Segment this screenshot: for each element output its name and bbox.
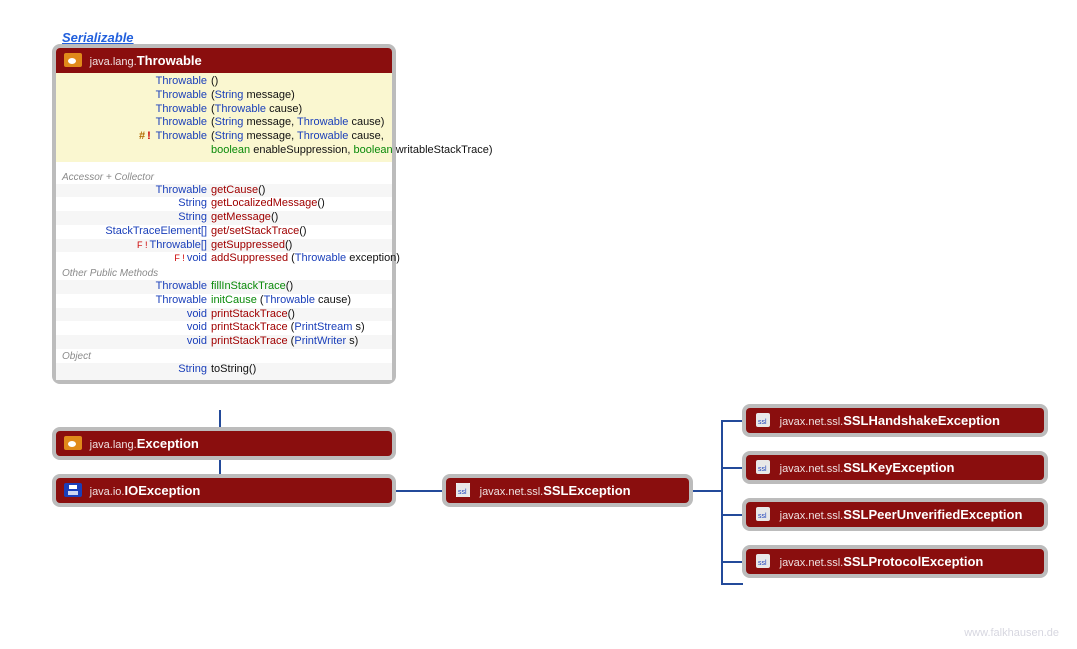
constructors-section: Throwable() Throwable(String message) Th…	[56, 73, 392, 162]
watermark: www.falkhausen.de	[964, 627, 1059, 639]
cup-icon	[64, 53, 82, 67]
throwable-header[interactable]: java.lang.Throwable	[56, 48, 392, 73]
conn-br-1	[721, 420, 743, 422]
cup-icon	[64, 436, 82, 450]
conn-exception-ioexception	[219, 458, 221, 474]
doc-icon: ssl	[454, 483, 472, 497]
section-accessor: Accessor + Collector	[56, 170, 392, 184]
class-ioexception[interactable]: java.io.IOException	[52, 474, 396, 507]
doc-icon: ssl	[754, 413, 772, 427]
conn-br-4	[721, 561, 743, 563]
svg-text:ssl: ssl	[758, 513, 767, 520]
svg-text:ssl: ssl	[458, 489, 467, 496]
class-exception[interactable]: java.lang.Exception	[52, 427, 396, 460]
section-public: Other Public Methods	[56, 266, 392, 280]
class-sslexception[interactable]: ssl javax.net.ssl.SSLException	[442, 474, 693, 507]
conn-br-3	[721, 514, 743, 516]
class-sslkey[interactable]: ssl javax.net.ssl.SSLKeyException	[742, 451, 1048, 484]
conn-br-5	[721, 583, 743, 585]
conn-throwable-exception	[219, 410, 221, 428]
doc-icon: ssl	[754, 460, 772, 474]
conn-io-ssl	[388, 490, 443, 492]
svg-text:ssl: ssl	[758, 466, 767, 473]
conn-br-2	[721, 467, 743, 469]
class-sslhandshake[interactable]: ssl javax.net.ssl.SSLHandshakeException	[742, 404, 1048, 437]
svg-text:ssl: ssl	[758, 560, 767, 567]
class-sslprotocol[interactable]: ssl javax.net.ssl.SSLProtocolException	[742, 545, 1048, 578]
svg-text:ssl: ssl	[758, 419, 767, 426]
serializable-link[interactable]: Serializable	[62, 30, 134, 45]
doc-icon: ssl	[754, 507, 772, 521]
class-sslpeer[interactable]: ssl javax.net.ssl.SSLPeerUnverifiedExcep…	[742, 498, 1048, 531]
section-object: Object	[56, 349, 392, 363]
disk-icon	[64, 483, 82, 497]
class-throwable: java.lang.Throwable Throwable() Throwabl…	[52, 44, 396, 384]
doc-icon: ssl	[754, 554, 772, 568]
